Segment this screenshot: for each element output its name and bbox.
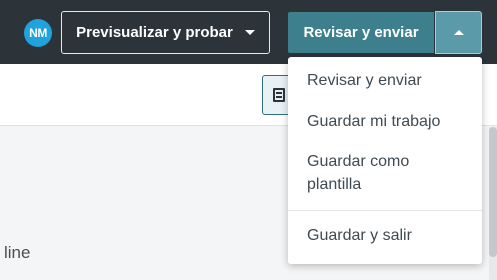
menu-divider xyxy=(288,210,482,211)
more-actions-toggle-button[interactable] xyxy=(435,11,482,54)
top-bar: NM Previsualizar y probar Revisar y envi… xyxy=(0,0,497,64)
save-options-dropdown: Revisar y enviar Guardar mi trabajo Guar… xyxy=(288,57,482,264)
review-and-send-button[interactable]: Revisar y enviar xyxy=(288,12,434,53)
scrollbar-thumb[interactable] xyxy=(489,127,497,257)
menu-item-save-and-exit[interactable]: Guardar y salir xyxy=(288,224,482,247)
preview-and-test-button[interactable]: Previsualizar y probar xyxy=(61,11,270,54)
menu-item-review-and-send[interactable]: Revisar y enviar xyxy=(288,69,482,92)
review-button-label: Revisar y enviar xyxy=(303,24,419,41)
preview-button-label: Previsualizar y probar xyxy=(76,24,233,41)
menu-item-save-as-template[interactable]: Guardar como plantilla xyxy=(288,150,438,196)
menu-item-save-my-work[interactable]: Guardar mi trabajo xyxy=(288,110,482,133)
avatar[interactable]: NM xyxy=(24,19,52,47)
partial-text: line xyxy=(4,243,31,262)
document-icon xyxy=(273,88,285,102)
chevron-down-icon xyxy=(244,30,255,35)
chevron-up-icon xyxy=(453,30,464,35)
